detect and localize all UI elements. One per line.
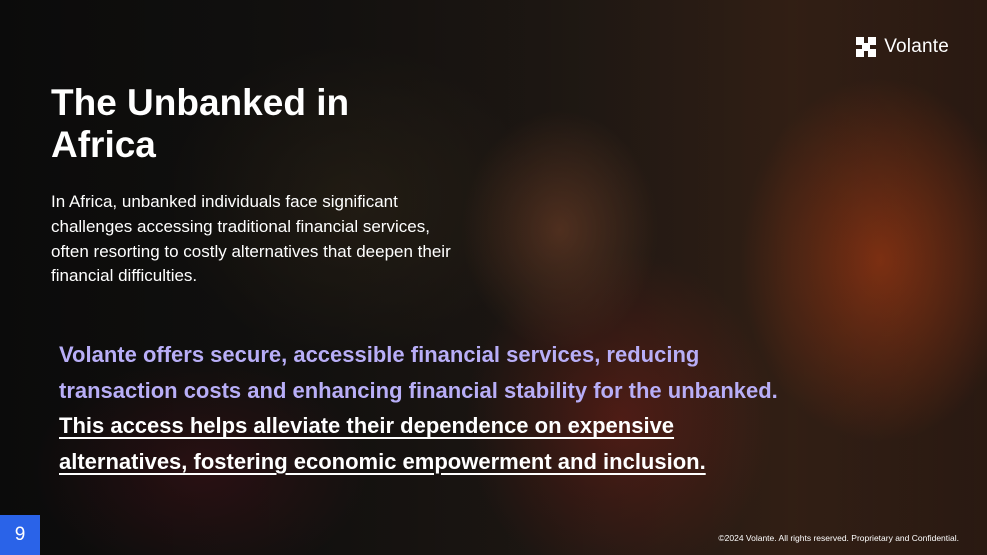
underlined-line: alternatives, fostering economic empower… [59, 448, 706, 474]
volante-logo-icon [856, 37, 877, 57]
intro-paragraph: In Africa, unbanked individuals face sig… [51, 190, 521, 289]
slide: Volante The Unbanked in Africa In Africa… [0, 0, 987, 555]
intro-line: financial difficulties. [51, 266, 198, 286]
brand-name: Volante [884, 36, 949, 57]
footer-copyright: ©2024 Volante. All rights reserved. Prop… [718, 533, 959, 543]
intro-line: often resorting to costly alternatives t… [51, 241, 451, 261]
title-line: Africa [51, 124, 156, 166]
title-line: The Unbanked in [51, 82, 350, 123]
brand-logo: Volante [856, 36, 949, 58]
intro-line: challenges accessing traditional financi… [51, 216, 430, 236]
page-title: The Unbanked in Africa [51, 82, 349, 166]
page-number-badge: 9 [0, 515, 40, 555]
underlined-line: This access helps alleviate their depend… [59, 413, 675, 439]
highlight-line: transaction costs and enhancing financia… [59, 377, 778, 403]
highlight-paragraph: Volante offers secure, accessible financ… [59, 337, 879, 480]
intro-line: In Africa, unbanked individuals face sig… [51, 192, 398, 211]
highlight-line: Volante offers secure, accessible financ… [59, 342, 700, 367]
